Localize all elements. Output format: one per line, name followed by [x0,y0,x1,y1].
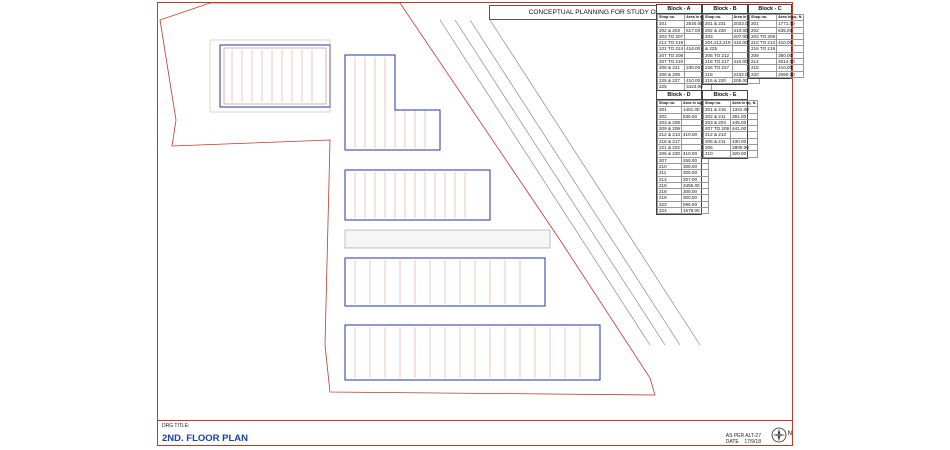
table-cell: 212 & 213 [657,131,682,139]
area-table-title: Block - D [657,91,701,100]
area-table-title: Block - A [657,5,701,14]
area-table-title: Block - B [703,5,747,14]
table-row: 224 1579.00 [657,207,710,215]
table-cell: 216 TO 217 [703,58,733,66]
table-cell: 203 TO 207 [656,32,686,41]
area-table-title: Block - E [703,91,747,100]
table-cell: 222 TO 224 [656,45,686,53]
parking-strip [344,229,551,249]
table-cell: 212 TO 219 [656,39,686,47]
table-cell: 216 TO 219 [748,45,778,53]
table-cell: 207 TO 209 [702,125,732,133]
table-cell: 210 TO 213 [748,39,778,47]
area-table: Shop no. Area in sq. ft. 201 1771.00 202 635.… [748,13,805,78]
block-b [344,54,441,151]
drawing-title: 2ND. FLOOR PLAN [162,433,249,444]
area-table-block-e: Block - E Shop no. Area in sq. ft. 201 & 21… [702,90,759,159]
table-cell: 203 TO 208 [748,32,778,41]
date-row: DATE 17/9/18 [726,439,761,445]
table-cell: 221 & 222 [657,144,682,152]
table-cell: 204,213,219 [703,39,733,47]
table-cell: 210 [702,150,732,158]
area-table-header: Area in sq. ft. [730,99,759,108]
table-cell: 206 & 220 [657,150,682,158]
table-cell: 224 [657,207,682,215]
area-table-title: Block - C [749,5,791,14]
table-cell: 203 & 208 [657,118,682,127]
table-row: 220 2060.00 [748,70,805,78]
table-cell: 209 & 209 [657,125,682,133]
title-block: DRG TITLE: 2ND. FLOOR PLAN AS PER ALT-27… [157,420,793,447]
table-cell: 226 TO 227 [703,64,733,72]
area-table-header: Area in sq. ft. [776,13,805,22]
table-cell: 207 TO 208 [656,51,686,60]
date-value: 17/9/18 [744,439,761,445]
table-cell: 1579.00 [680,207,710,215]
area-table-block-b: Block - B Shop no. Area in sq. ft. 201 & 23… [702,4,760,86]
area-table-block-d: Block - D Shop no. Area in sq. ft. 201 1451.… [656,90,710,216]
block-a [209,39,331,113]
table-cell: 220 [748,70,778,78]
drawing-title-label: DRG TITLE: [162,423,190,429]
block-d [344,257,546,307]
table-cell: 216 & 217 [657,137,682,146]
block-c [344,169,491,221]
date-label: DATE [725,439,739,445]
compass-letter: N [787,431,792,437]
drawing-sheet: CONCEPTUAL PLANNING FOR STUDY ONLY. NOT … [0,0,950,450]
drawing-meta: AS PER ALT-27 DATE 17/9/18 [726,433,761,445]
site-plan [159,2,701,396]
table-cell: 207 TO 210 [656,58,686,66]
table-cell: 215 & 220 [703,76,733,85]
block-e [344,324,601,381]
table-cell: 320.00 [730,150,759,158]
area-table: Shop no. Area in sq. ft. 201 & 215 1331.00 2… [702,99,759,158]
north-compass-icon [771,427,787,443]
area-table-block-c: Block - C Shop no. Area in sq. ft. 201 1771.… [748,4,805,79]
table-cell: 2060.00 [776,70,805,78]
table-row: 210 320.00 [702,150,759,158]
table-cell: 205 TO 212 [703,51,733,60]
